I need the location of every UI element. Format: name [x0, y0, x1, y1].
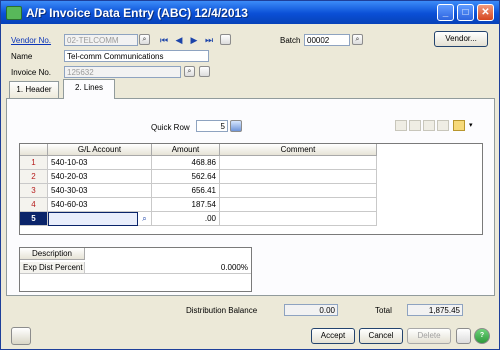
last-record-icon[interactable]: ⏭: [203, 34, 215, 46]
distribution-balance-field: 0.00: [284, 304, 338, 316]
amount-cell[interactable]: 656.41: [152, 184, 220, 198]
first-record-icon[interactable]: ⏮: [158, 34, 170, 46]
table-row-current[interactable]: 5 ⌕ .00: [20, 212, 377, 226]
description-grid[interactable]: Description Exp Dist Percent 0.000%: [19, 247, 252, 292]
title-bar[interactable]: A/P Invoice Data Entry (ABC) 12/4/2013 _…: [1, 1, 499, 24]
exp-dist-percent-value[interactable]: 0.000%: [85, 262, 251, 274]
maximize-button[interactable]: □: [457, 4, 474, 21]
insert-row-icon[interactable]: [395, 120, 407, 131]
print-icon[interactable]: [456, 328, 471, 344]
gl-account-cell[interactable]: 540-30-03: [48, 184, 152, 198]
grid-options-chevron-icon[interactable]: ▾: [469, 120, 481, 131]
gl-account-input[interactable]: [48, 212, 138, 226]
close-button[interactable]: ✕: [477, 4, 494, 21]
amount-cell[interactable]: .00: [152, 212, 220, 226]
table-row[interactable]: 4 540-60-03 187.54: [20, 198, 377, 212]
batch-label: Batch: [280, 36, 301, 45]
gl-account-lookup-icon[interactable]: ⌕: [138, 212, 152, 226]
column-header-amount[interactable]: Amount: [152, 144, 220, 156]
invoice-no-field[interactable]: 125632: [64, 66, 181, 78]
column-header-gl-account[interactable]: G/L Account: [48, 144, 152, 156]
comment-cell[interactable]: [220, 156, 377, 170]
invoice-memo-icon[interactable]: [199, 66, 210, 77]
column-header-comment[interactable]: Comment: [220, 144, 377, 156]
description-header: Description: [20, 248, 85, 260]
minimize-button[interactable]: _: [437, 4, 454, 21]
cancel-button[interactable]: Cancel: [359, 328, 403, 344]
quick-row-go-icon[interactable]: [230, 120, 242, 132]
sage-info-icon[interactable]: [11, 327, 31, 345]
exp-dist-percent-label: Exp Dist Percent: [20, 262, 85, 274]
outdent-icon[interactable]: [437, 120, 449, 131]
invoice-entry-window: A/P Invoice Data Entry (ABC) 12/4/2013 _…: [0, 0, 500, 350]
row-number[interactable]: 3: [20, 184, 48, 198]
distribution-balance-label: Distribution Balance: [186, 306, 258, 315]
help-button[interactable]: ?: [474, 328, 490, 344]
table-row[interactable]: 3 540-30-03 656.41: [20, 184, 377, 198]
gl-account-cell[interactable]: 540-20-03: [48, 170, 152, 184]
quick-row-label: Quick Row: [151, 123, 190, 132]
total-field: 1,875.45: [407, 304, 463, 316]
vendor-no-field[interactable]: 02-TELCOMM: [64, 34, 138, 46]
window-title: A/P Invoice Data Entry (ABC) 12/4/2013: [26, 6, 248, 20]
table-row[interactable]: 1 540-10-03 468.86: [20, 156, 377, 170]
comment-cell[interactable]: [220, 170, 377, 184]
name-field[interactable]: Tel-comm Communications: [64, 50, 209, 62]
gl-account-cell[interactable]: 540-10-03: [48, 156, 152, 170]
row-number[interactable]: 4: [20, 198, 48, 212]
amount-cell[interactable]: 562.64: [152, 170, 220, 184]
row-number[interactable]: 5: [20, 212, 48, 226]
table-row[interactable]: 2 540-20-03 562.64: [20, 170, 377, 184]
memo-icon[interactable]: [220, 34, 231, 45]
comment-cell[interactable]: [220, 184, 377, 198]
delete-button[interactable]: Delete: [407, 328, 451, 344]
batch-lookup-icon[interactable]: ⌕: [352, 34, 363, 45]
customize-grid-icon[interactable]: [453, 120, 465, 131]
vendor-button[interactable]: Vendor...: [434, 31, 488, 47]
tab-lines[interactable]: 2. Lines: [63, 79, 115, 99]
comment-cell[interactable]: [220, 198, 377, 212]
vendor-no-link[interactable]: Vendor No.: [11, 36, 51, 45]
quick-row-field[interactable]: 5: [196, 120, 228, 132]
row-number[interactable]: 2: [20, 170, 48, 184]
indent-icon[interactable]: [423, 120, 435, 131]
delete-row-icon[interactable]: [409, 120, 421, 131]
next-record-icon[interactable]: ▶: [188, 34, 200, 46]
grid-toolbar: ▾: [395, 119, 483, 133]
sage-app-icon: [6, 6, 22, 20]
total-label: Total: [375, 306, 392, 315]
amount-cell[interactable]: 468.86: [152, 156, 220, 170]
comment-cell[interactable]: [220, 212, 377, 226]
vendor-lookup-icon[interactable]: ⌕: [139, 34, 150, 45]
previous-record-icon[interactable]: ◀: [173, 34, 185, 46]
batch-field[interactable]: 00002: [304, 34, 350, 46]
row-number[interactable]: 1: [20, 156, 48, 170]
gl-account-cell[interactable]: 540-60-03: [48, 198, 152, 212]
lines-grid[interactable]: G/L Account Amount Comment 1 540-10-03 4…: [19, 143, 483, 235]
name-label: Name: [11, 52, 33, 61]
invoice-lookup-icon[interactable]: ⌕: [184, 66, 195, 77]
grid-corner: [20, 144, 48, 156]
invoice-no-label: Invoice No.: [11, 68, 52, 77]
accept-button[interactable]: Accept: [311, 328, 355, 344]
tab-header[interactable]: 1. Header: [9, 81, 59, 99]
amount-cell[interactable]: 187.54: [152, 198, 220, 212]
